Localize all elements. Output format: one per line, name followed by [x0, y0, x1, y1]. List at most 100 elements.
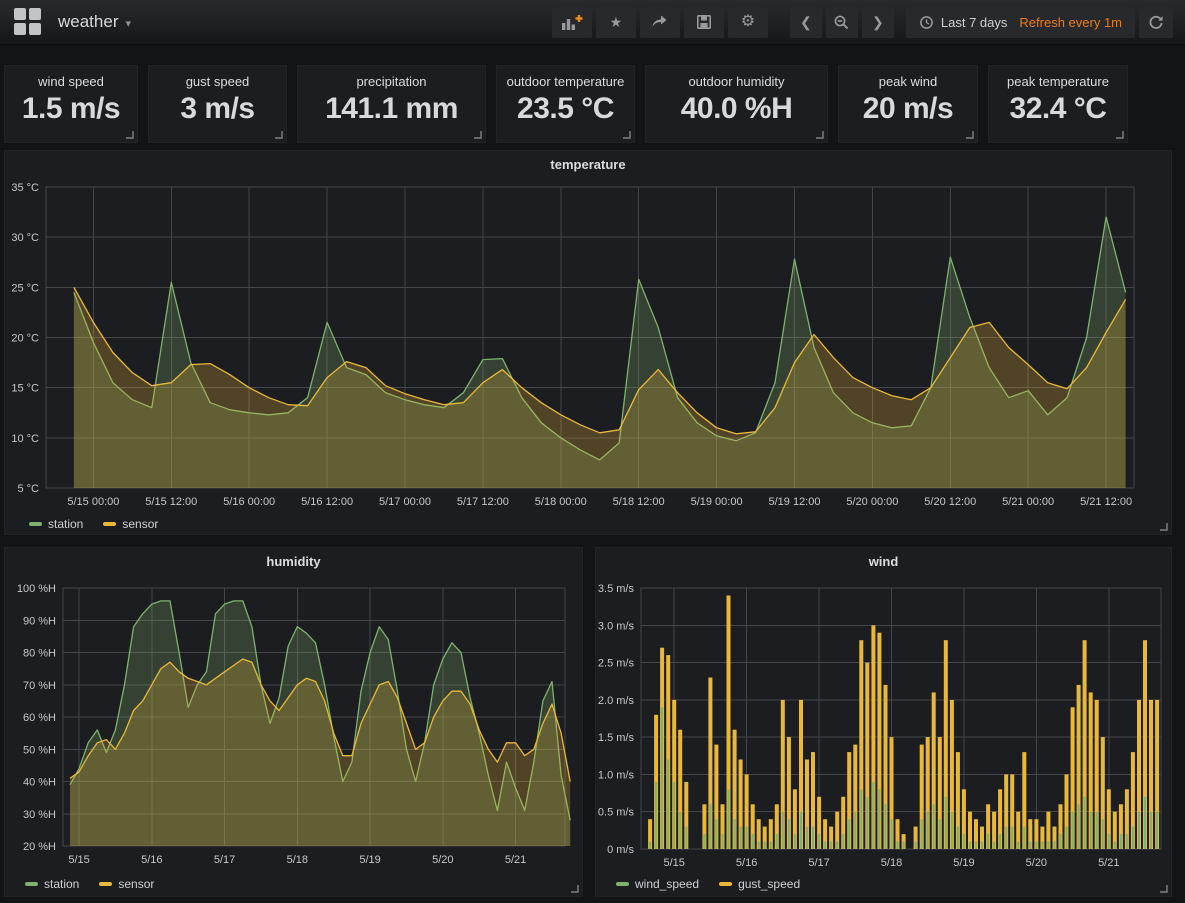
panel-title[interactable]: gust speed [149, 74, 286, 89]
legend-label: sensor [122, 517, 158, 531]
chevron-right-icon: ❯ [872, 15, 884, 29]
star-button[interactable]: ★ [596, 7, 636, 38]
panel-resize-handle[interactable] [273, 129, 284, 140]
share-button[interactable] [640, 7, 680, 38]
page-title: weather [58, 12, 118, 32]
stat-panel-precipitation: precipitation 141.1 mm [297, 65, 486, 143]
panel-title[interactable]: peak wind [839, 74, 977, 89]
panel-resize-handle[interactable] [1158, 883, 1169, 894]
svg-text:80 %H: 80 %H [23, 648, 56, 660]
legend-item-gust-speed[interactable]: gust_speed [719, 877, 800, 891]
humidity-panel: humidity 100 %H90 %H80 %H70 %H60 %H50 %H… [4, 547, 583, 897]
zoom-out-button[interactable] [826, 7, 858, 38]
svg-text:5/15 00:00: 5/15 00:00 [67, 496, 119, 508]
logo-square [14, 23, 26, 35]
panel-title[interactable]: humidity [5, 554, 582, 569]
legend-item-sensor[interactable]: sensor [99, 877, 154, 891]
chart-legend: wind_speed gust_speed [616, 877, 800, 891]
add-panel-button[interactable] [552, 7, 592, 38]
panel-title[interactable]: precipitation [298, 74, 485, 89]
svg-text:5/16 12:00: 5/16 12:00 [301, 496, 353, 508]
svg-text:20 °C: 20 °C [11, 333, 39, 345]
svg-text:5/20 00:00: 5/20 00:00 [846, 496, 898, 508]
svg-text:5/20: 5/20 [432, 854, 453, 866]
grafana-dashboard: weather ▾ ★ [0, 0, 1185, 903]
stat-value: 1.5 m/s [5, 92, 137, 126]
temperature-chart[interactable]: 35 °C30 °C25 °C20 °C15 °C10 °C5 °C5/15 0… [5, 151, 1173, 536]
wind-chart[interactable]: 3.5 m/s3.0 m/s2.5 m/s2.0 m/s1.5 m/s1.0 m… [596, 548, 1173, 898]
panel-resize-handle[interactable] [1158, 521, 1169, 532]
time-shift-forward-button[interactable]: ❯ [862, 7, 894, 38]
navbar-actions: ★ ⚙ ❮ [548, 7, 1173, 38]
stat-panel-peak-wind: peak wind 20 m/s [838, 65, 978, 143]
svg-text:5 °C: 5 °C [17, 483, 39, 495]
svg-text:5/17 12:00: 5/17 12:00 [457, 496, 509, 508]
timepicker-button[interactable]: Last 7 days Refresh every 1m [906, 7, 1135, 38]
panel-title[interactable]: temperature [5, 157, 1171, 172]
share-icon [651, 14, 668, 30]
legend-item-station[interactable]: station [25, 877, 79, 891]
svg-text:5/18 00:00: 5/18 00:00 [535, 496, 587, 508]
panel-resize-handle[interactable] [621, 129, 632, 140]
humidity-chart[interactable]: 100 %H90 %H80 %H70 %H60 %H50 %H40 %H30 %… [5, 548, 584, 898]
svg-text:0 m/s: 0 m/s [607, 844, 634, 856]
chart-legend: station sensor [29, 517, 158, 531]
stats-row: wind speed 1.5 m/s gust speed 3 m/s prec… [4, 65, 1128, 143]
series-color-swatch [719, 882, 732, 886]
settings-button[interactable]: ⚙ [728, 7, 768, 38]
svg-text:5/15: 5/15 [68, 854, 89, 866]
time-range-label: Last 7 days [941, 15, 1008, 30]
temperature-panel: temperature 35 °C30 °C25 °C20 °C15 °C10 … [4, 150, 1172, 535]
refresh-button[interactable] [1139, 7, 1173, 38]
svg-text:60 %H: 60 %H [23, 712, 56, 724]
svg-text:5/19: 5/19 [359, 854, 380, 866]
panel-resize-handle[interactable] [814, 129, 825, 140]
logo-square [14, 8, 26, 20]
legend-item-station[interactable]: station [29, 517, 83, 531]
legend-label: gust_speed [738, 877, 800, 891]
svg-text:40 %H: 40 %H [23, 777, 56, 789]
series-color-swatch [616, 882, 629, 886]
panel-resize-handle[interactable] [964, 129, 975, 140]
panel-title[interactable]: wind speed [5, 74, 137, 89]
panel-resize-handle[interactable] [124, 129, 135, 140]
svg-text:5/20: 5/20 [1026, 857, 1047, 869]
legend-item-sensor[interactable]: sensor [103, 517, 158, 531]
svg-text:5/18: 5/18 [287, 854, 308, 866]
stat-panel-outdoor-temperature: outdoor temperature 23.5 °C [496, 65, 635, 143]
panel-title[interactable]: peak temperature [989, 74, 1127, 89]
panel-resize-handle[interactable] [1114, 129, 1125, 140]
svg-text:1.0 m/s: 1.0 m/s [598, 769, 635, 781]
star-icon: ★ [610, 15, 623, 29]
caret-down-icon: ▾ [125, 14, 131, 30]
panel-title[interactable]: outdoor humidity [646, 74, 827, 89]
dashboard-title-dropdown[interactable]: weather ▾ [58, 12, 131, 32]
stat-value: 23.5 °C [497, 92, 634, 126]
series-color-swatch [103, 522, 116, 526]
stat-value: 3 m/s [149, 92, 286, 126]
svg-text:15 °C: 15 °C [11, 383, 39, 395]
svg-text:5/18: 5/18 [881, 857, 902, 869]
logo-square [29, 23, 41, 35]
chart-legend: station sensor [25, 877, 154, 891]
save-button[interactable] [684, 7, 724, 38]
svg-text:5/21 12:00: 5/21 12:00 [1080, 496, 1132, 508]
stat-value: 32.4 °C [989, 92, 1127, 126]
svg-text:90 %H: 90 %H [23, 615, 56, 627]
svg-text:5/17: 5/17 [808, 857, 829, 869]
stat-panel-outdoor-humidity: outdoor humidity 40.0 %H [645, 65, 828, 143]
panel-resize-handle[interactable] [569, 883, 580, 894]
legend-item-wind-speed[interactable]: wind_speed [616, 877, 699, 891]
panel-title[interactable]: outdoor temperature [497, 74, 634, 89]
grafana-logo[interactable] [14, 8, 42, 36]
panel-resize-handle[interactable] [472, 129, 483, 140]
svg-text:5/15 12:00: 5/15 12:00 [145, 496, 197, 508]
svg-text:5/15: 5/15 [663, 857, 684, 869]
svg-text:5/16 00:00: 5/16 00:00 [223, 496, 275, 508]
svg-text:35 °C: 35 °C [11, 182, 39, 194]
navbar: weather ▾ ★ [0, 0, 1185, 45]
wind-panel: wind 3.5 m/s3.0 m/s2.5 m/s2.0 m/s1.5 m/s… [595, 547, 1172, 897]
stat-value: 20 m/s [839, 92, 977, 126]
panel-title[interactable]: wind [596, 554, 1171, 569]
time-shift-back-button[interactable]: ❮ [790, 7, 822, 38]
